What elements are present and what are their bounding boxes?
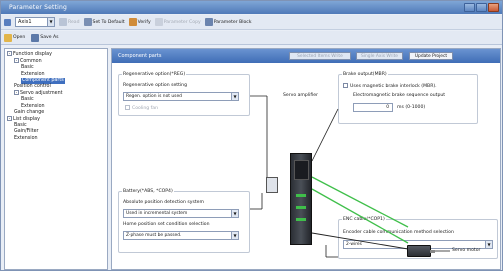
tree-expander-icon[interactable]: - (14, 58, 19, 64)
tree-item-label: List display (13, 117, 40, 123)
component-parts-panel: Component parts Selected Items Write Sin… (111, 48, 501, 270)
servo-amplifier-icon (290, 153, 312, 245)
parameter-block-button[interactable]: Parameter Block (204, 18, 252, 26)
parameter-window: Parameter Setting Axis1 ▼ Read Set To De… (0, 0, 503, 271)
tree-item-label: Basic (14, 123, 27, 129)
tree-item-label: Gain/Filter (14, 129, 39, 135)
block-icon (204, 18, 213, 26)
parameter-copy-button[interactable]: Parameter Copy (154, 18, 201, 26)
read-icon (59, 18, 67, 26)
read-label: Read (68, 19, 80, 25)
parameter-copy-label: Parameter Copy (163, 19, 201, 25)
function-tree: - Function display - Common Basic Extension Co… (4, 48, 108, 270)
tree-item-label: Extension (21, 103, 45, 109)
toolbar-row-1: Axis1 ▼ Read Set To Default Verify Param… (1, 15, 502, 30)
tree-item-label: Gain change (14, 109, 45, 115)
tree-item[interactable]: Extension (7, 136, 105, 142)
tree-expander-icon[interactable]: - (7, 116, 12, 122)
verify-label: Verify (137, 19, 151, 25)
tree-item-label: Basic (21, 97, 34, 103)
tree-item[interactable]: - Function display (7, 51, 105, 58)
chevron-down-icon[interactable]: ▼ (47, 18, 54, 26)
copy-icon (154, 18, 163, 26)
default-icon (83, 18, 92, 26)
toolbar-row-2: Open Save As (1, 31, 502, 45)
servo-motor-icon (407, 245, 435, 257)
tree-item-label: Extension (21, 71, 45, 77)
maximize-button[interactable] (476, 3, 487, 12)
open-button[interactable]: Open (4, 33, 26, 42)
title-bar: Parameter Setting (1, 1, 502, 14)
close-button[interactable] (488, 3, 499, 12)
axis-select-value: Axis1 (18, 19, 32, 25)
minimize-button[interactable] (464, 3, 475, 12)
axis-select[interactable]: Axis1 ▼ (15, 17, 55, 27)
set-default-button[interactable]: Set To Default (83, 18, 125, 26)
parameter-block-label: Parameter Block (213, 19, 252, 25)
tree-item-label: Basic (21, 65, 34, 71)
tree-expander-icon[interactable]: - (7, 51, 12, 56)
open-label: Open (13, 35, 26, 40)
read-button[interactable]: Read (59, 18, 80, 26)
set-default-label: Set To Default (92, 19, 125, 25)
tree-item-label: Function display (13, 52, 52, 57)
verify-button[interactable]: Verify (128, 18, 151, 26)
verify-icon (128, 18, 137, 26)
window-title: Parameter Setting (9, 4, 68, 11)
save-icon (31, 33, 40, 42)
tree-item-label: Position control (14, 84, 51, 90)
servo-motor-label: Servo motor (452, 248, 481, 253)
tree-item-label: Extension (14, 135, 38, 141)
folder-icon (4, 33, 12, 42)
tree-item-label: Common (20, 59, 42, 65)
save-as-label: Save As (40, 35, 59, 40)
axis-icon (4, 18, 11, 26)
save-as-button[interactable]: Save As (31, 33, 59, 42)
tree-expander-icon[interactable]: - (14, 90, 19, 96)
tree-item-label: Servo adjustment (20, 91, 63, 97)
battery-unit-icon (266, 177, 278, 193)
